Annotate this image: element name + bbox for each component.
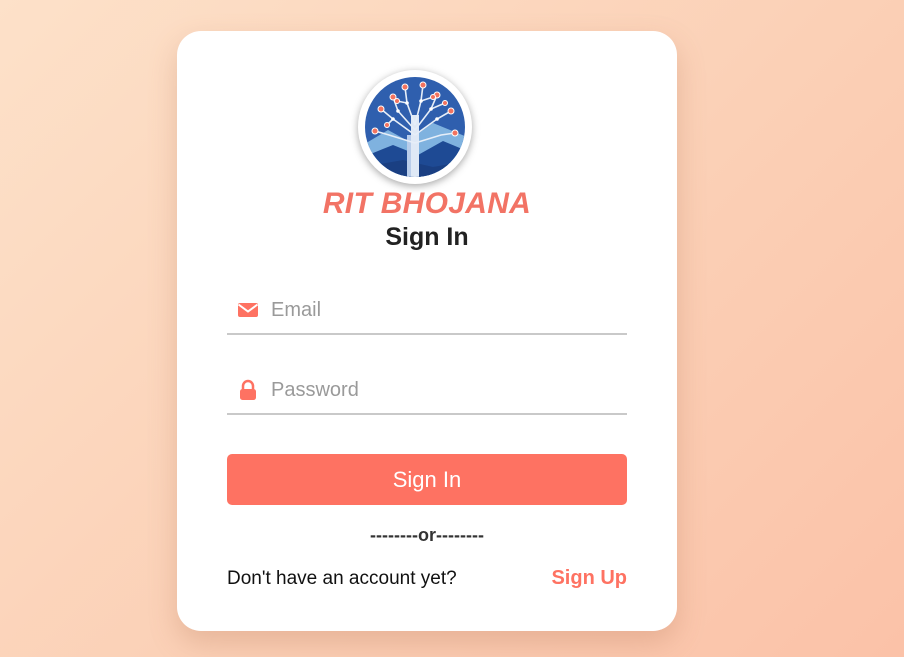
sign-up-link[interactable]: Sign Up — [551, 567, 627, 590]
tree-circuit-logo-icon — [365, 77, 465, 177]
password-field[interactable] — [227, 367, 627, 415]
page-title: Sign In — [385, 223, 469, 251]
password-input[interactable] — [267, 373, 625, 407]
lock-icon — [240, 379, 256, 400]
email-input[interactable] — [267, 293, 625, 327]
no-account-text: Don't have an account yet? — [227, 568, 457, 589]
sign-in-button[interactable]: Sign In — [227, 454, 627, 505]
email-field[interactable] — [227, 287, 627, 335]
signin-card: RIT BHOJANA Sign In Sign In --------or--… — [177, 31, 677, 631]
brand-logo — [358, 70, 472, 184]
envelope-icon — [237, 303, 259, 317]
brand-name: RIT BHOJANA — [322, 187, 532, 220]
or-divider: --------or-------- — [370, 525, 484, 545]
